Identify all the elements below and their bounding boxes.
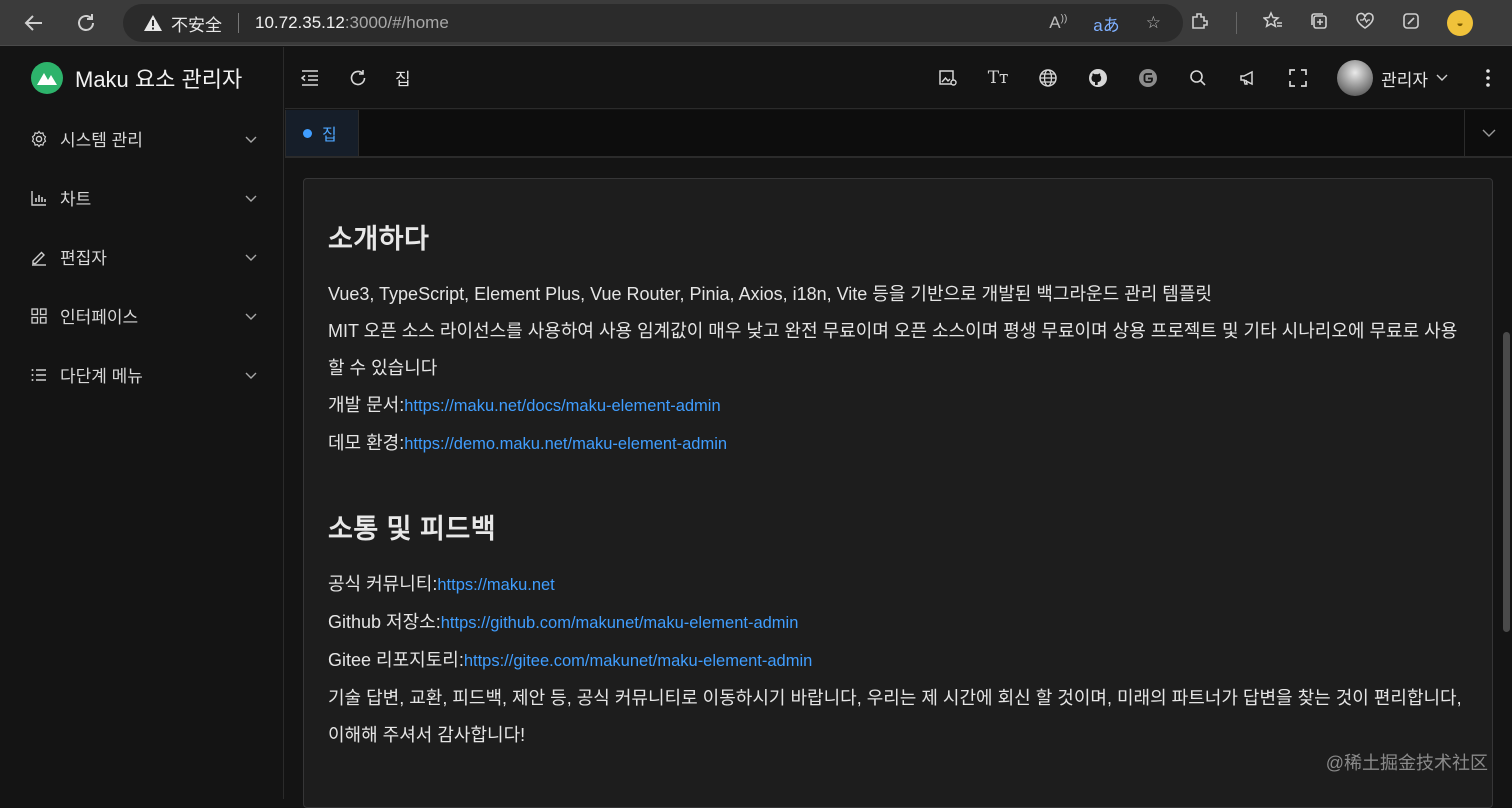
browser-toolbar: 不安全 10.72.35.12:3000/#/home A)) aあ ☆ ◒ xyxy=(0,0,1512,46)
fullscreen-icon[interactable] xyxy=(1287,67,1309,89)
watermark: @稀土掘金技术社区 xyxy=(1325,753,1488,773)
avatar xyxy=(1337,60,1374,96)
favorites-icon[interactable] xyxy=(1262,10,1283,36)
intro-line-2: MIT 오픈 소스 라이선스를 사용하여 사용 임계값이 매우 낮고 완전 무료… xyxy=(328,321,1458,378)
profile-avatar[interactable]: ◒ xyxy=(1447,10,1473,36)
logo[interactable]: Maku 요소 관리자 xyxy=(0,47,283,109)
github-label: Github 저장소: xyxy=(328,612,441,632)
sidebar-item-label: 인터페이스 xyxy=(60,308,139,327)
chevron-down-icon xyxy=(245,247,257,267)
gitee-link[interactable]: https://gitee.com/makunet/maku-element-a… xyxy=(464,652,813,670)
security-label: 不安全 xyxy=(171,15,222,35)
gear-icon xyxy=(30,130,48,148)
chevron-down-icon xyxy=(245,188,257,208)
sidebar-item-multilevel-menu[interactable]: 다단계 메뉴 xyxy=(0,345,283,404)
edit-icon xyxy=(30,248,48,266)
feedback-title: 소통 및 피드백 xyxy=(328,514,497,544)
address-divider xyxy=(238,13,239,33)
tabs-more-button[interactable] xyxy=(1464,110,1512,156)
gitee-icon[interactable] xyxy=(1137,67,1159,89)
url-path: :3000/#/home xyxy=(344,13,449,32)
url-host: 10.72.35.12 xyxy=(255,13,345,32)
more-vertical-icon[interactable] xyxy=(1478,69,1498,87)
warning-icon xyxy=(144,15,162,31)
read-aloud-icon[interactable]: A)) xyxy=(1049,13,1067,33)
chevron-down-icon xyxy=(245,306,257,326)
main-content: 소개하다 Vue3, TypeScript, Element Plus, Vue… xyxy=(285,160,1512,808)
search-icon[interactable] xyxy=(1187,67,1209,89)
breadcrumb[interactable]: 집 xyxy=(395,65,411,90)
list-icon xyxy=(30,366,48,384)
user-name: 관리자 xyxy=(1381,70,1428,90)
sidebar-item-label: 차트 xyxy=(60,190,92,209)
collections-icon[interactable] xyxy=(1309,11,1329,36)
github-icon[interactable] xyxy=(1087,67,1109,89)
community-row: 공식 커뮤니티:https://maku.net xyxy=(328,566,1468,604)
translate-icon[interactable]: aあ xyxy=(1093,11,1119,36)
tab-home[interactable]: 집 xyxy=(285,110,359,156)
copilot-icon[interactable] xyxy=(1401,11,1421,36)
docs-link[interactable]: https://maku.net/docs/maku-element-admin xyxy=(404,397,720,415)
github-link[interactable]: https://github.com/makunet/maku-element-… xyxy=(441,614,799,632)
demo-label: 데모 환경: xyxy=(328,433,405,453)
chevron-down-icon xyxy=(1482,129,1495,137)
security-indicator[interactable]: 不安全 xyxy=(143,11,222,36)
user-menu[interactable]: 관리자 xyxy=(1337,60,1448,96)
grid-icon xyxy=(30,307,48,325)
docs-label: 개발 문서: xyxy=(328,395,405,415)
collapse-menu-icon[interactable] xyxy=(299,67,321,89)
refresh-icon[interactable] xyxy=(347,67,369,89)
sidebar-item-system[interactable]: 시스템 관리 xyxy=(0,109,283,168)
community-label: 공식 커뮤니티: xyxy=(328,574,438,594)
closing-text: 기술 답변, 교환, 피드백, 제안 등, 공식 커뮤니티로 이동하시기 바랍니… xyxy=(328,688,1462,745)
intro-title: 소개하다 xyxy=(328,224,430,254)
font-size-icon[interactable]: Tт xyxy=(987,67,1009,89)
sidebar-item-label: 편집자 xyxy=(60,249,107,268)
active-dot-icon xyxy=(303,128,312,138)
gitee-label: Gitee 리포지토리: xyxy=(328,650,464,670)
top-header: 집 Tт 관리자 xyxy=(285,47,1512,109)
tabs-bar: 집 xyxy=(285,110,1512,158)
bar-chart-icon xyxy=(30,189,48,207)
logo-icon xyxy=(31,62,63,94)
scrollbar[interactable] xyxy=(1503,332,1510,632)
announcement-icon[interactable] xyxy=(1237,67,1259,89)
browser-essentials-icon[interactable] xyxy=(1355,11,1375,36)
chevron-down-icon xyxy=(1436,69,1448,87)
language-globe-icon[interactable] xyxy=(1037,67,1059,89)
favorite-star-icon[interactable]: ☆ xyxy=(1146,13,1161,33)
sidebar: Maku 요소 관리자 시스템 관리 차트 편집자 인터페이스 다단계 메뉴 xyxy=(0,47,284,799)
toolbar-divider xyxy=(1236,12,1237,34)
app-title: Maku 요소 관리자 xyxy=(75,67,243,92)
sidebar-item-interface[interactable]: 인터페이스 xyxy=(0,286,283,345)
github-row: Github 저장소:https://github.com/makunet/ma… xyxy=(328,604,1468,642)
address-bar[interactable]: 不安全 10.72.35.12:3000/#/home A)) aあ ☆ xyxy=(123,4,1183,42)
demo-link[interactable]: https://demo.maku.net/maku-element-admin xyxy=(404,435,727,453)
home-card: 소개하다 Vue3, TypeScript, Element Plus, Vue… xyxy=(303,178,1493,808)
community-link[interactable]: https://maku.net xyxy=(437,576,554,594)
reload-icon[interactable] xyxy=(66,3,106,43)
extensions-icon[interactable] xyxy=(1190,11,1210,36)
sidebar-item-label: 다단계 메뉴 xyxy=(60,367,143,386)
intro-line-1: Vue3, TypeScript, Element Plus, Vue Rout… xyxy=(328,284,1212,304)
back-icon[interactable] xyxy=(14,3,54,43)
demo-row: 데모 환경:https://demo.maku.net/maku-element… xyxy=(328,425,1468,463)
chevron-down-icon xyxy=(245,129,257,149)
sidebar-item-chart[interactable]: 차트 xyxy=(0,168,283,227)
gitee-row: Gitee 리포지토리:https://gitee.com/makunet/ma… xyxy=(328,642,1468,680)
sidebar-item-label: 시스템 관리 xyxy=(60,131,143,150)
theme-settings-icon[interactable] xyxy=(937,67,959,89)
docs-row: 개발 문서:https://maku.net/docs/maku-element… xyxy=(328,387,1468,425)
tab-label: 집 xyxy=(322,127,337,144)
chevron-down-icon xyxy=(245,365,257,385)
sidebar-item-editor[interactable]: 편집자 xyxy=(0,227,283,286)
